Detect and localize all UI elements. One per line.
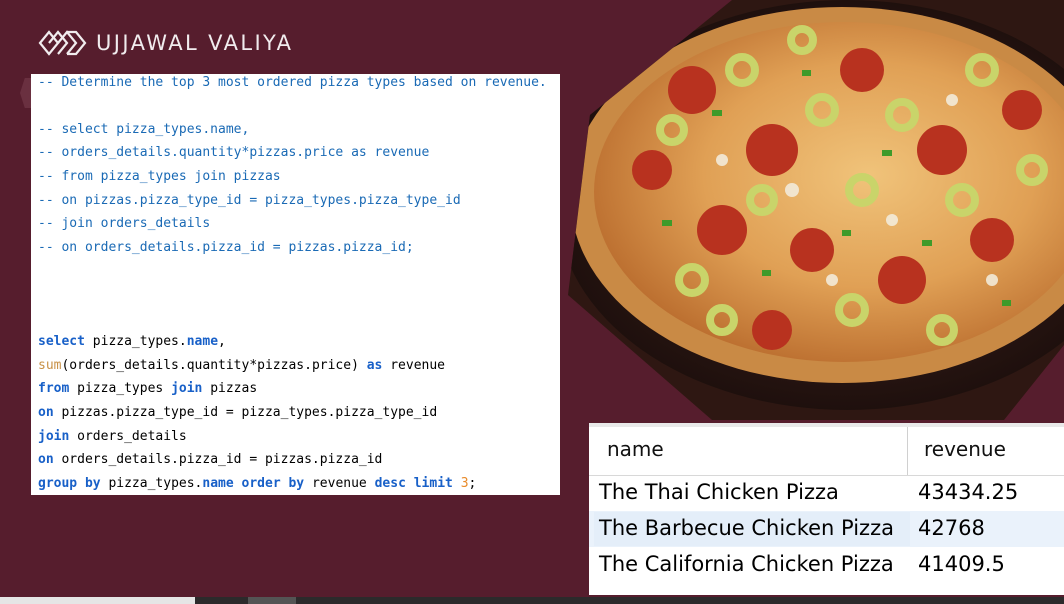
brand-logo-icon — [38, 30, 87, 56]
sql-text: pizza_types. — [84, 334, 187, 349]
brand-name: UJJAWAL VALIYA — [96, 31, 294, 55]
sql-comment-line: -- select pizza_types.name, — [38, 122, 250, 137]
sql-keyword: from — [38, 381, 70, 396]
sql-text: revenue — [382, 358, 446, 373]
bottom-strip-segment — [248, 597, 296, 604]
sql-text: orders_details.pizza_id = pizzas.pizza_i… — [53, 452, 383, 467]
sql-text: , — [218, 334, 226, 349]
result-grid[interactable]: name revenue The Thai Chicken Pizza 4343… — [589, 423, 1064, 595]
cell-name[interactable]: The California Chicken Pizza — [599, 552, 894, 576]
sql-keyword: name — [202, 476, 234, 491]
cell-revenue[interactable]: 42768 — [918, 516, 985, 540]
table-row[interactable]: The Thai Chicken Pizza 43434.25 — [589, 475, 1064, 511]
bottom-strip-segment — [0, 597, 195, 604]
sql-text: pizza_types. — [100, 476, 203, 491]
sql-keyword: join — [38, 429, 70, 444]
sql-keyword: select — [38, 334, 85, 349]
sql-keyword: desc — [374, 476, 406, 491]
sql-text: pizzas — [202, 381, 258, 396]
sql-comment-line: -- on pizzas.pizza_type_id = pizza_types… — [38, 193, 461, 208]
sql-keyword: group by — [38, 476, 101, 491]
cell-revenue[interactable]: 43434.25 — [918, 480, 1018, 504]
sql-query-line: join orders_details — [38, 429, 187, 445]
sql-comment-line: -- join orders_details — [38, 216, 211, 231]
sql-query-line: on pizzas.pizza_type_id = pizza_types.pi… — [38, 405, 437, 421]
sql-comment-line: -- Determine the top 3 most ordered pizz… — [38, 75, 547, 90]
pizza-image — [562, 0, 1064, 420]
sql-editor[interactable]: -- Determine the top 3 most ordered pizz… — [31, 74, 560, 495]
sql-comment-line: -- from pizza_types join pizzas — [38, 169, 281, 184]
bottom-strip — [0, 597, 1064, 604]
column-header-name[interactable]: name — [607, 437, 664, 461]
table-row[interactable]: The Barbecue Chicken Pizza 42768 — [589, 511, 1064, 547]
sql-text: ; — [468, 476, 477, 491]
sql-text: pizzas.pizza_type_id = pizza_types.pizza… — [53, 405, 438, 420]
column-divider[interactable] — [907, 427, 908, 475]
cell-name[interactable]: The Thai Chicken Pizza — [599, 480, 839, 504]
cell-revenue[interactable]: 41409.5 — [918, 552, 1005, 576]
sql-number: 3 — [460, 476, 469, 491]
sql-keyword: order by — [241, 476, 305, 491]
sql-comment-line: -- on orders_details.pizza_id = pizzas.p… — [38, 240, 414, 255]
cell-name[interactable]: The Barbecue Chicken Pizza — [599, 516, 894, 540]
sql-query-line: select pizza_types.name, — [38, 334, 226, 350]
sql-query-line: from pizza_types join pizzas — [38, 381, 257, 397]
brand-header: UJJAWAL VALIYA — [38, 26, 293, 60]
sql-query-line: group by pizza_types.name order by reven… — [38, 476, 476, 492]
sql-keyword: as — [366, 358, 383, 373]
table-row[interactable]: The California Chicken Pizza 41409.5 — [589, 547, 1064, 583]
sql-keyword: join — [171, 381, 203, 396]
sql-text: pizza_types — [69, 381, 172, 396]
pizza-photo-icon — [568, 0, 1064, 420]
sql-query-line: on orders_details.pizza_id = pizzas.pizz… — [38, 452, 382, 468]
header-top-strip — [589, 423, 1064, 427]
result-header: name revenue — [589, 423, 1064, 476]
sql-function: sum — [38, 358, 62, 373]
column-header-revenue[interactable]: revenue — [924, 437, 1006, 461]
sql-comment-line: -- orders_details.quantity*pizzas.price … — [38, 145, 430, 160]
sql-text: revenue — [304, 476, 375, 491]
sql-text: (orders_details.quantity*pizzas.price) — [61, 358, 367, 373]
sql-query-line: sum(orders_details.quantity*pizzas.price… — [38, 358, 445, 374]
sql-keyword: on — [38, 452, 54, 467]
sql-keyword: name — [186, 334, 219, 349]
sql-keyword: limit — [413, 476, 453, 491]
sql-keyword: on — [38, 405, 54, 420]
sql-text: orders_details — [69, 429, 187, 444]
